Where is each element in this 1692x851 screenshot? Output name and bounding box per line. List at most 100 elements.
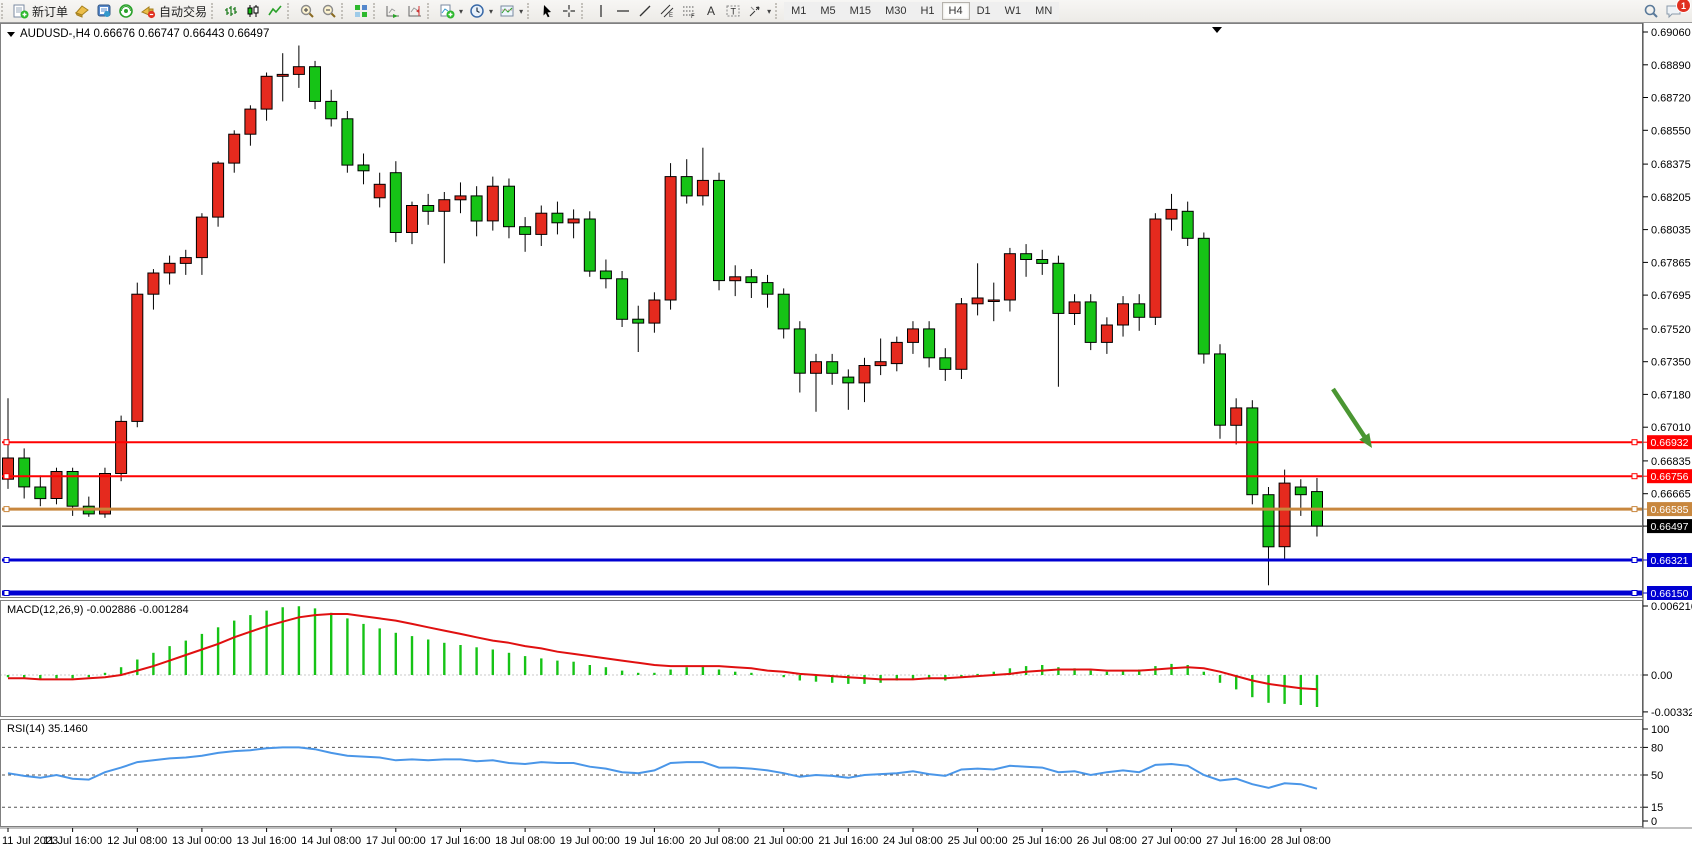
svg-text:0.66835: 0.66835 [1651,456,1691,468]
tile-windows-button[interactable] [350,1,372,21]
candlestick-chart-icon [245,3,261,19]
data-window-button[interactable] [93,1,115,21]
channel-tool-button[interactable]: E [656,1,678,21]
arrows-tool-button[interactable]: ▾ [744,1,774,21]
chart-svg[interactable]: AUDUSD-,H4 0.66676 0.66747 0.66443 0.664… [0,23,1692,851]
svg-text:0.68550: 0.68550 [1651,125,1691,137]
clock-icon [469,3,485,19]
timeframe-button-m5[interactable]: M5 [813,2,842,20]
price-tag-0.66756: 0.66756 [1647,469,1692,483]
svg-text:0.68720: 0.68720 [1651,93,1691,105]
tile-windows-icon [353,3,369,19]
indicators-caret-icon: ▾ [459,7,463,16]
indicators-button[interactable]: ▾ [436,1,466,21]
timeframe-button-w1[interactable]: W1 [998,2,1029,20]
svg-text:17 Jul 16:00: 17 Jul 16:00 [431,835,491,847]
svg-text:0.68035: 0.68035 [1651,225,1691,237]
templates-caret-icon: ▾ [519,7,523,16]
timeframe-button-h4[interactable]: H4 [942,2,970,20]
line-chart-button[interactable] [264,1,286,21]
navigator-button[interactable] [115,1,137,21]
text-label-tool-button[interactable]: T [722,1,744,21]
svg-text:0.67350: 0.67350 [1651,357,1691,369]
text-tool-button[interactable]: A [700,1,722,21]
price-tag-0.66497: 0.66497 [1647,519,1692,533]
toolbar-grip [581,3,589,19]
svg-text:0.68375: 0.68375 [1651,159,1691,171]
search-button[interactable] [1640,1,1662,21]
svg-text:20 Jul 08:00: 20 Jul 08:00 [689,835,749,847]
svg-text:0.66497: 0.66497 [1651,521,1689,533]
svg-text:13 Jul 16:00: 13 Jul 16:00 [237,835,297,847]
chart-window[interactable]: AUDUSD-,H4 0.66676 0.66747 0.66443 0.664… [0,23,1692,851]
zoom-in-button[interactable] [296,1,318,21]
svg-text:0.66585: 0.66585 [1651,504,1689,516]
autotrade-icon [140,3,156,19]
notifications-button[interactable]: 1 [1662,1,1686,21]
templates-icon [499,3,515,19]
templates-button[interactable]: ▾ [496,1,526,21]
svg-text:27 Jul 00:00: 27 Jul 00:00 [1142,835,1202,847]
timeframe-button-m1[interactable]: M1 [784,2,813,20]
fibonacci-icon: F [681,3,697,19]
timeframe-group: M1M5M15M30H1H4D1W1MN [784,2,1059,20]
svg-text:E: E [669,13,673,19]
price-tag-0.66585: 0.66585 [1647,502,1692,516]
fibonacci-tool-button[interactable]: F [678,1,700,21]
price-tag-0.66932: 0.66932 [1647,435,1692,449]
toolbar-grip [287,3,295,19]
timeframe-button-m15[interactable]: M15 [843,2,878,20]
svg-text:T: T [731,7,737,17]
horizontal-line-tool-button[interactable] [612,1,634,21]
toolbar-grip [211,3,219,19]
svg-text:28 Jul 08:00: 28 Jul 08:00 [1271,835,1331,847]
navigator-icon [118,3,134,19]
rsi-pane-splitter[interactable] [0,717,1692,719]
cursor-icon [539,3,555,19]
cursor-tool-button[interactable] [536,1,558,21]
candlestick-chart-button[interactable] [242,1,264,21]
svg-text:AUDUSD-,H4 0.66676 0.66747 0.: AUDUSD-,H4 0.66676 0.66747 0.66443 0.664… [20,28,269,40]
macd-pane-splitter[interactable] [0,598,1692,600]
trendline-tool-button[interactable] [634,1,656,21]
trendline-icon [637,3,653,19]
bar-chart-icon [223,3,239,19]
toolbar-grip [341,3,349,19]
svg-text:19 Jul 00:00: 19 Jul 00:00 [560,835,620,847]
market-watch-button[interactable] [71,1,93,21]
zoom-out-button[interactable] [318,1,340,21]
periods-button[interactable]: ▾ [466,1,496,21]
timeframe-button-m30[interactable]: M30 [878,2,913,20]
svg-text:15: 15 [1651,802,1663,814]
macd-label: MACD(12,26,9) -0.002886 -0.001284 [7,604,189,616]
svg-text:0.006216: 0.006216 [1651,601,1692,613]
timeframe-button-d1[interactable]: D1 [970,2,998,20]
mt4-terminal: { "toolbar": { "new_order_label": "新订单",… [0,0,1692,851]
vertical-line-tool-button[interactable] [590,1,612,21]
svg-text:14 Jul 08:00: 14 Jul 08:00 [301,835,361,847]
market-watch-icon [74,3,90,19]
chart-title: AUDUSD-,H4 0.66676 0.66747 0.66443 0.664… [7,28,269,40]
timeframe-button-h1[interactable]: H1 [913,2,941,20]
new-order-icon [13,3,29,19]
svg-text:0.66150: 0.66150 [1651,588,1689,600]
bar-chart-button[interactable] [220,1,242,21]
auto-scroll-button[interactable] [382,1,404,21]
horizontal-line-icon [615,3,631,19]
timeframe-button-mn[interactable]: MN [1028,2,1059,20]
svg-text:0.67520: 0.67520 [1651,324,1691,336]
autotrade-button[interactable]: 自动交易 [137,1,210,21]
new-order-button[interactable]: 新订单 [10,1,71,21]
text-icon: A [703,3,719,19]
search-icon [1643,3,1659,19]
svg-text:0.66932: 0.66932 [1651,437,1689,449]
crosshair-tool-button[interactable] [558,1,580,21]
toolbar-grip [775,3,783,19]
autotrade-label: 自动交易 [159,3,207,20]
chart-shift-button[interactable] [404,1,426,21]
svg-text:0.68205: 0.68205 [1651,192,1691,204]
svg-text:0.66756: 0.66756 [1651,471,1689,483]
svg-text:24 Jul 08:00: 24 Jul 08:00 [883,835,943,847]
svg-text:0.67010: 0.67010 [1651,422,1691,434]
arrows-caret-icon: ▾ [767,7,771,16]
